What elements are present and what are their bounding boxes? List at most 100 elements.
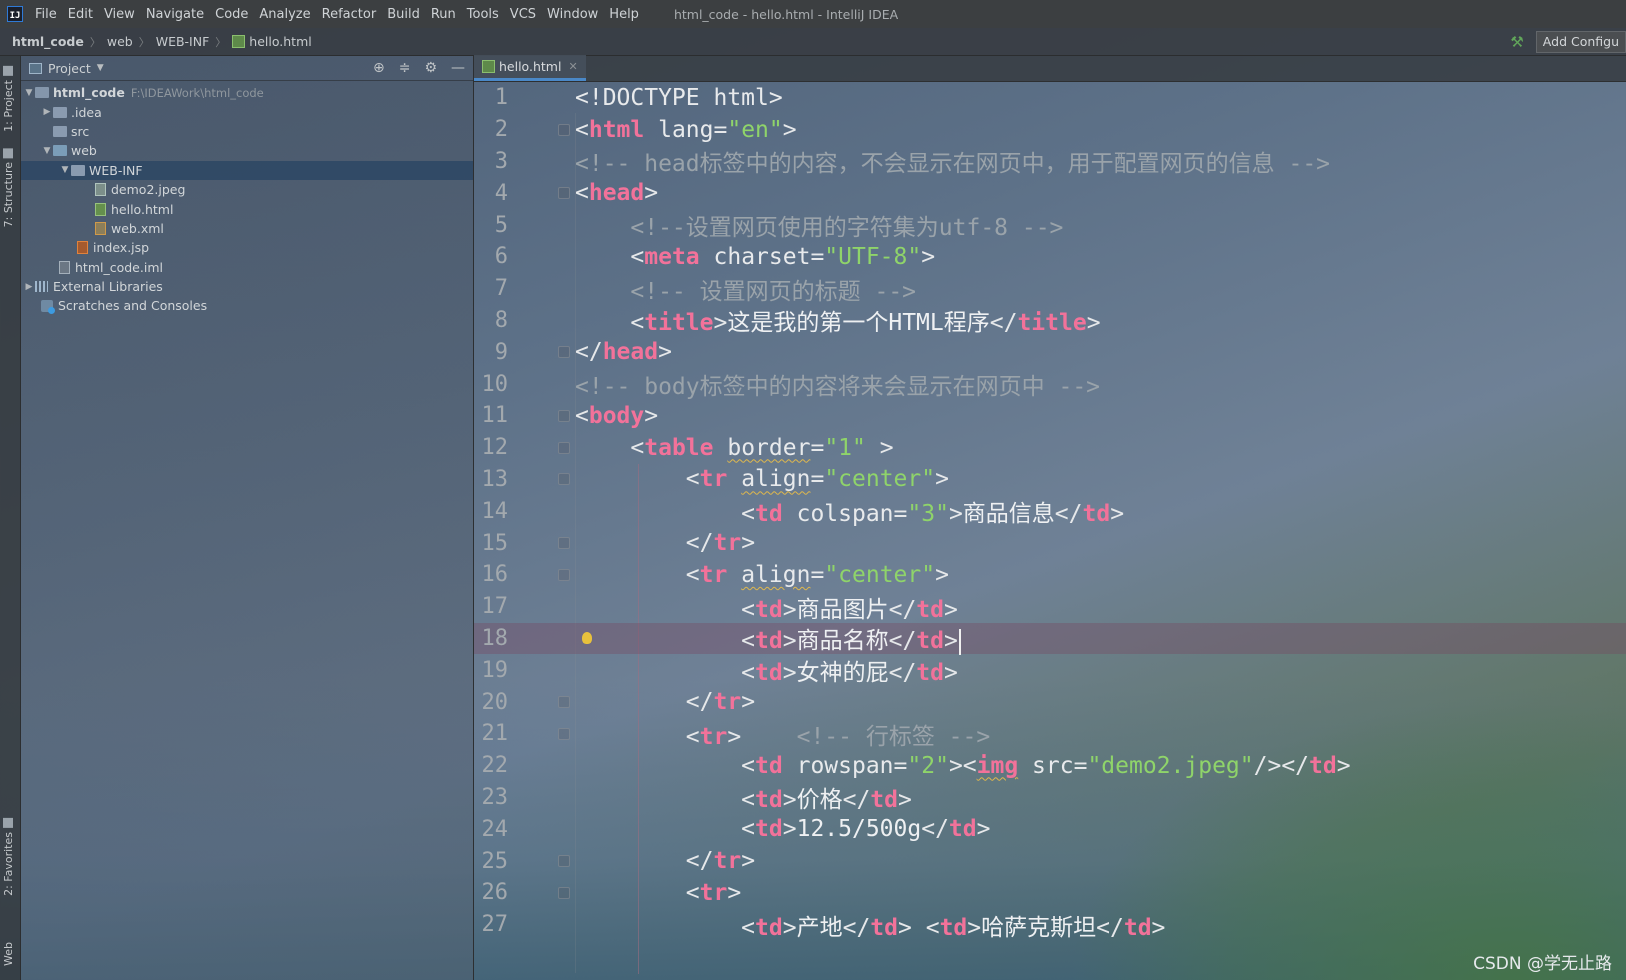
tree-item-hello-html[interactable]: hello.html [21, 199, 473, 218]
menu-view[interactable]: View [100, 7, 139, 22]
collapsed-arrow-icon[interactable]: ▶ [23, 282, 35, 292]
code-text: </tr> [685, 848, 756, 875]
code-line-19[interactable]: 19 <td>女神的屁</td> [474, 654, 1626, 687]
fold-marker-icon[interactable] [558, 473, 570, 486]
line-number: 8 [494, 307, 508, 333]
tree-item-index-jsp[interactable]: index.jsp [21, 238, 473, 257]
fold-marker-icon[interactable] [558, 727, 570, 740]
code-line-2[interactable]: 2 <html lang="en"> [474, 114, 1626, 146]
comment-text: <!-- 设置网页的标题 --> [630, 278, 917, 305]
code-line-9[interactable]: 9 </head> [474, 336, 1626, 368]
tree-item-web-inf[interactable]: ▼ WEB-INF [21, 160, 473, 180]
build-hammer-icon[interactable]: ⚒ [1510, 33, 1523, 51]
tree-item-label: src [71, 123, 90, 139]
code-text: <tr> [685, 879, 742, 906]
line-number: 15 [481, 530, 509, 556]
menu-navigate[interactable]: Navigate [142, 7, 208, 22]
code-line-27[interactable]: 27 <td>产地</td> <td>哈萨克斯坦</td> [474, 909, 1626, 941]
line-number: 2 [494, 117, 508, 143]
collapse-all-icon[interactable]: ≑ [399, 60, 411, 76]
menu-window[interactable]: Window [543, 7, 602, 22]
breadcrumb-file[interactable]: hello.html [226, 34, 317, 49]
code-line-16[interactable]: 16 <tr align="center"> [474, 559, 1626, 591]
menu-edit[interactable]: Edit [64, 7, 97, 22]
code-line-22[interactable]: 22 <td rowspan="2"><img src="demo2.jpeg"… [474, 750, 1626, 782]
tree-item-demo2-jpeg[interactable]: demo2.jpeg [21, 180, 473, 199]
menu-file[interactable]: File [31, 7, 61, 22]
code-line-24[interactable]: 24 <td>12.5/500g</td> [474, 813, 1626, 845]
fold-marker-icon[interactable] [558, 441, 570, 454]
fold-marker-icon[interactable] [558, 346, 570, 359]
favorites-tool-tab[interactable]: 2: Favorites [2, 818, 15, 896]
code-line-5[interactable]: 5 <!--设置网页使用的字符集为utf-8 --> [474, 209, 1626, 242]
code-line-1[interactable]: 1 <!DOCTYPE html> [474, 82, 1626, 114]
favorites-tool-tab-label: 2: Favorites [2, 832, 15, 896]
code-line-18[interactable]: 18 <td>商品名称</td> [474, 622, 1626, 655]
fold-marker-icon[interactable] [558, 568, 570, 581]
tree-item-external-libraries[interactable]: ▶ External Libraries [21, 277, 473, 296]
fold-marker-icon[interactable] [558, 855, 570, 868]
code-line-13[interactable]: 13 <tr align="center"> [474, 464, 1626, 496]
tree-item-scratches[interactable]: Scratches and Consoles [21, 296, 473, 315]
fold-marker-icon[interactable] [558, 696, 570, 709]
expanded-arrow-icon[interactable]: ▼ [23, 88, 35, 98]
line-number: 17 [481, 594, 509, 620]
tree-item-idea[interactable]: ▶ .idea [21, 102, 473, 121]
code-line-17[interactable]: 17 <td>商品图片</td> [474, 591, 1626, 623]
project-tool-tab[interactable]: 1: Project [2, 66, 15, 132]
menu-run[interactable]: Run [427, 7, 460, 22]
add-configuration-button[interactable]: Add Configu [1535, 30, 1626, 53]
menu-refactor[interactable]: Refactor [318, 7, 381, 22]
minimize-icon[interactable]: — [451, 60, 465, 76]
menu-analyze[interactable]: Analyze [255, 7, 314, 22]
tree-item-src[interactable]: src [21, 122, 473, 141]
code-line-15[interactable]: 15 </tr> [474, 527, 1626, 559]
fold-marker-icon[interactable] [558, 886, 570, 899]
structure-tool-tab[interactable]: 7: Structure [2, 148, 15, 227]
fold-marker-icon[interactable] [558, 187, 570, 200]
fold-marker-icon[interactable] [558, 409, 570, 422]
menu-help[interactable]: Help [605, 7, 643, 22]
fold-marker-icon[interactable] [558, 537, 570, 550]
gear-icon[interactable]: ⚙ [424, 60, 437, 76]
close-icon[interactable]: ✕ [568, 60, 577, 73]
menu-build[interactable]: Build [383, 7, 424, 22]
breadcrumb-project[interactable]: html_code [0, 34, 90, 49]
tree-item-web-xml[interactable]: web.xml [21, 219, 473, 238]
breadcrumb-web[interactable]: web [101, 34, 139, 49]
breadcrumb-web-inf[interactable]: WEB-INF [150, 34, 216, 49]
code-line-23[interactable]: 23 <td>价格</td> [474, 782, 1626, 814]
chevron-down-icon[interactable]: ▼ [97, 63, 104, 73]
code-line-3[interactable]: 3 <!-- head标签中的内容，不会显示在网页中，用于配置网页的信息 --> [474, 146, 1626, 178]
tree-item-iml[interactable]: html_code.iml [21, 258, 473, 277]
code-line-20[interactable]: 20 </tr> [474, 686, 1626, 718]
code-line-6[interactable]: 6 <meta charset="UTF-8"> [474, 241, 1626, 273]
project-panel-title[interactable]: Project [48, 61, 91, 76]
code-text: <td>女神的屁</td> [741, 660, 958, 687]
code-line-21[interactable]: 21 <tr> <!-- 行标签 --> [474, 718, 1626, 750]
web-tool-tab[interactable]: Web [2, 942, 15, 966]
tree-item-web[interactable]: ▼ web [21, 141, 473, 160]
code-line-11[interactable]: 11 <body> [474, 400, 1626, 432]
menu-tools[interactable]: Tools [463, 7, 503, 22]
image-file-icon [95, 183, 106, 197]
locate-target-icon[interactable]: ⊕ [373, 60, 385, 76]
code-line-10[interactable]: 10 <!-- body标签中的内容将来会显示在网页中 --> [474, 368, 1626, 401]
line-number: 7 [494, 276, 508, 302]
menu-code[interactable]: Code [211, 7, 252, 22]
expanded-arrow-icon[interactable]: ▼ [59, 165, 71, 175]
expanded-arrow-icon[interactable]: ▼ [41, 146, 53, 156]
code-line-7[interactable]: 7 <!-- 设置网页的标题 --> [474, 273, 1626, 305]
code-line-8[interactable]: 8 <title>这是我的第一个HTML程序</title> [474, 305, 1626, 337]
code-line-12[interactable]: 12 <table border="1" > [474, 432, 1626, 464]
tab-hello-html[interactable]: hello.html ✕ [474, 55, 586, 81]
fold-marker-icon[interactable] [558, 123, 570, 136]
code-line-26[interactable]: 26 <tr> [474, 877, 1626, 909]
tree-item-root[interactable]: ▼ html_code F:\IDEAWork\html_code [21, 83, 473, 102]
code-line-25[interactable]: 25 </tr> [474, 845, 1626, 877]
collapsed-arrow-icon[interactable]: ▶ [41, 107, 53, 117]
code-line-4[interactable]: 4 <head> [474, 177, 1626, 209]
menu-vcs[interactable]: VCS [506, 7, 540, 22]
code-area[interactable]: 1 <!DOCTYPE html> 2 <html lang="en"> 3 <… [474, 82, 1626, 980]
code-line-14[interactable]: 14 <td colspan="3">商品信息</td> [474, 495, 1626, 528]
